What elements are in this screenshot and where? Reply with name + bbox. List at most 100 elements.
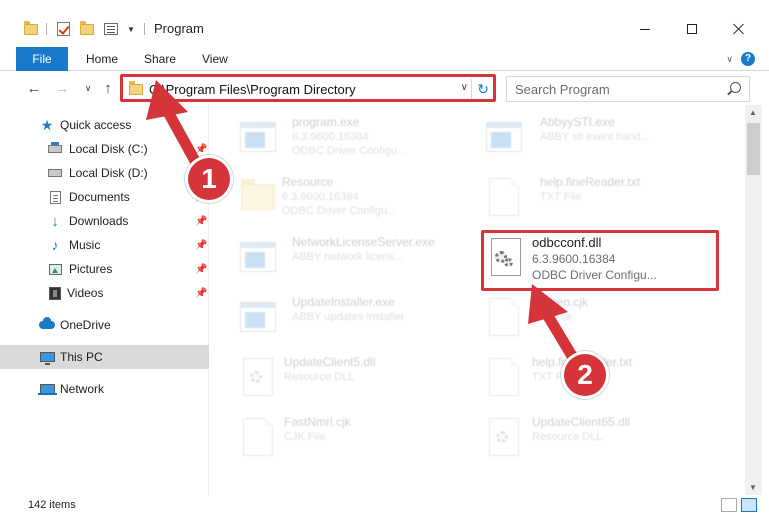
back-arrow-icon[interactable]: ← bbox=[24, 77, 44, 99]
documents-icon bbox=[48, 190, 62, 204]
search-icon bbox=[730, 82, 741, 93]
sidebar-item-music[interactable]: ♪ Music 📌 bbox=[0, 233, 209, 257]
sidebar-item-this-pc[interactable]: This PC bbox=[0, 345, 209, 369]
file-item[interactable]: Kitchen.cjk CJK File bbox=[482, 291, 722, 345]
sidebar-item-label: Videos bbox=[67, 286, 104, 300]
customize-quick-access-dropdown-icon[interactable]: ▼ bbox=[124, 20, 138, 38]
pin-icon[interactable]: 📌 bbox=[195, 144, 207, 155]
search-input[interactable]: Search Program bbox=[515, 82, 610, 97]
videos-icon bbox=[48, 286, 62, 300]
file-name: AbbyySTI.exe bbox=[540, 115, 615, 129]
exe-file-icon bbox=[236, 235, 280, 279]
help-icon[interactable]: ? bbox=[741, 52, 755, 66]
file-description: TXT File bbox=[540, 191, 582, 203]
file-name: NetworkLicenseServer.exe bbox=[292, 235, 435, 249]
scroll-down-arrow-icon[interactable]: ▼ bbox=[749, 483, 757, 492]
file-highlight bbox=[481, 230, 719, 291]
file-version: 6.3.9600.16384 bbox=[292, 131, 369, 143]
maximize-button[interactable] bbox=[669, 12, 715, 46]
status-bar: 142 items bbox=[0, 495, 769, 525]
expand-ribbon-icon[interactable]: ∨ bbox=[726, 54, 733, 65]
sidebar-item-label: Documents bbox=[69, 190, 130, 204]
large-icons-view-icon[interactable] bbox=[741, 498, 757, 512]
sidebar-item-pictures[interactable]: Pictures 📌 bbox=[0, 257, 209, 281]
ribbon: File Home Share View ∨ ? bbox=[0, 44, 769, 71]
sidebar-item-downloads[interactable]: ↓ Downloads 📌 bbox=[0, 209, 209, 233]
scroll-up-arrow-icon[interactable]: ▲ bbox=[749, 108, 757, 117]
folder-item[interactable]: Resource 6.3.9600.16384 ODBC Driver Conf… bbox=[236, 171, 476, 225]
file-name: help.fineReader.txt bbox=[540, 175, 641, 189]
sidebar-item-label: OneDrive bbox=[60, 318, 111, 332]
sidebar-item-label: Local Disk (C:) bbox=[69, 142, 148, 156]
minimize-button[interactable] bbox=[622, 12, 668, 46]
folder-icon[interactable] bbox=[22, 20, 40, 38]
file-item[interactable]: AbbyySTI.exe ABBY sti event hand... bbox=[482, 111, 722, 165]
file-item[interactable]: FastNmrl.cjk CJK File bbox=[236, 411, 476, 465]
file-item[interactable]: help.fineReader.txt TXT File bbox=[482, 171, 722, 225]
music-icon: ♪ bbox=[51, 237, 59, 253]
sidebar-item-label: Pictures bbox=[69, 262, 113, 276]
cloud-icon bbox=[38, 317, 56, 332]
file-item[interactable]: UpdateInstaller.exe ABBY updates install… bbox=[236, 291, 476, 345]
pin-icon[interactable]: 📌 bbox=[195, 240, 207, 251]
file-list: program.exe 6.3.9600.16384 ODBC Driver C… bbox=[210, 105, 745, 495]
pin-icon[interactable]: 📌 bbox=[195, 288, 207, 299]
sidebar-item-label: Music bbox=[69, 238, 101, 252]
file-description: CJK File bbox=[284, 431, 326, 443]
download-icon: ↓ bbox=[51, 212, 59, 230]
file-item[interactable]: NetworkLicenseServer.exe ABBY network li… bbox=[236, 231, 476, 285]
file-item[interactable]: program.exe 6.3.9600.16384 ODBC Driver C… bbox=[236, 111, 476, 165]
file-item[interactable]: UpdateClient65.dll Resource DLL bbox=[482, 411, 722, 465]
exe-file-icon bbox=[482, 115, 526, 159]
file-description: ABBY sti event hand... bbox=[540, 131, 650, 143]
file-name: UpdateInstaller.exe bbox=[292, 295, 395, 309]
file-name: FastNmrl.cjk bbox=[284, 415, 351, 429]
computer-icon bbox=[39, 350, 55, 365]
text-file-icon bbox=[482, 175, 526, 219]
tab-file[interactable]: File bbox=[16, 47, 68, 71]
file-icon bbox=[236, 415, 280, 459]
new-folder-icon[interactable] bbox=[78, 20, 96, 38]
file-description: Resource DLL bbox=[284, 371, 355, 383]
tab-share[interactable]: Share bbox=[140, 48, 180, 70]
divider bbox=[144, 23, 145, 35]
navigation-pane: ★ Quick access Local Disk (C:) 📌 Local D… bbox=[0, 105, 209, 495]
vertical-scrollbar[interactable]: ▲ ▼ bbox=[745, 105, 762, 495]
details-view-icon[interactable] bbox=[721, 498, 737, 512]
search-box[interactable]: Search Program bbox=[506, 76, 750, 102]
forward-arrow-icon[interactable]: → bbox=[52, 77, 72, 99]
sidebar-item-label: Network bbox=[60, 382, 105, 396]
sidebar-item-quick-access[interactable]: ★ Quick access bbox=[0, 113, 209, 137]
close-icon bbox=[733, 23, 745, 35]
sidebar-item-local-disk-c[interactable]: Local Disk (C:) 📌 bbox=[0, 137, 209, 161]
sidebar-item-network[interactable]: Network bbox=[0, 377, 209, 401]
recent-locations-chevron-icon[interactable]: ∨ bbox=[78, 77, 98, 99]
file-name: UpdateClient5.dll bbox=[284, 355, 376, 369]
sidebar-item-label: This PC bbox=[60, 350, 103, 364]
sidebar-item-videos[interactable]: Videos 📌 bbox=[0, 281, 209, 305]
pin-icon[interactable]: 📌 bbox=[195, 264, 207, 275]
file-name: Resource bbox=[282, 175, 334, 189]
pin-icon[interactable]: 📌 bbox=[195, 216, 207, 227]
properties-icon[interactable] bbox=[101, 20, 121, 38]
properties-check-icon[interactable] bbox=[54, 20, 72, 38]
sidebar-item-label: Local Disk (D:) bbox=[69, 166, 148, 180]
exe-file-icon bbox=[236, 115, 280, 159]
sidebar-item-label: Downloads bbox=[69, 214, 129, 228]
step-badge-2: 2 bbox=[564, 354, 606, 396]
sidebar-item-documents[interactable]: Documents 📌 bbox=[0, 185, 209, 209]
file-item[interactable]: UpdateClient5.dll Resource DLL bbox=[236, 351, 476, 405]
sidebar-item-onedrive[interactable]: OneDrive bbox=[0, 313, 209, 337]
maximize-icon bbox=[687, 24, 697, 34]
close-button[interactable] bbox=[716, 12, 762, 46]
file-name: program.exe bbox=[292, 115, 360, 129]
up-arrow-icon[interactable]: ↑ bbox=[98, 77, 118, 99]
file-explorer-window: ▼ Program File Home Share View ∨ ? ← → ∨… bbox=[0, 0, 769, 525]
file-name: UpdateClient65.dll bbox=[532, 415, 631, 429]
scroll-thumb[interactable] bbox=[747, 123, 760, 175]
tab-home[interactable]: Home bbox=[82, 48, 122, 70]
dll-file-icon bbox=[236, 355, 280, 399]
file-name: Kitchen.cjk bbox=[530, 295, 589, 309]
tab-view[interactable]: View bbox=[198, 48, 232, 70]
sidebar-item-local-disk-d[interactable]: Local Disk (D:) 📌 bbox=[0, 161, 209, 185]
